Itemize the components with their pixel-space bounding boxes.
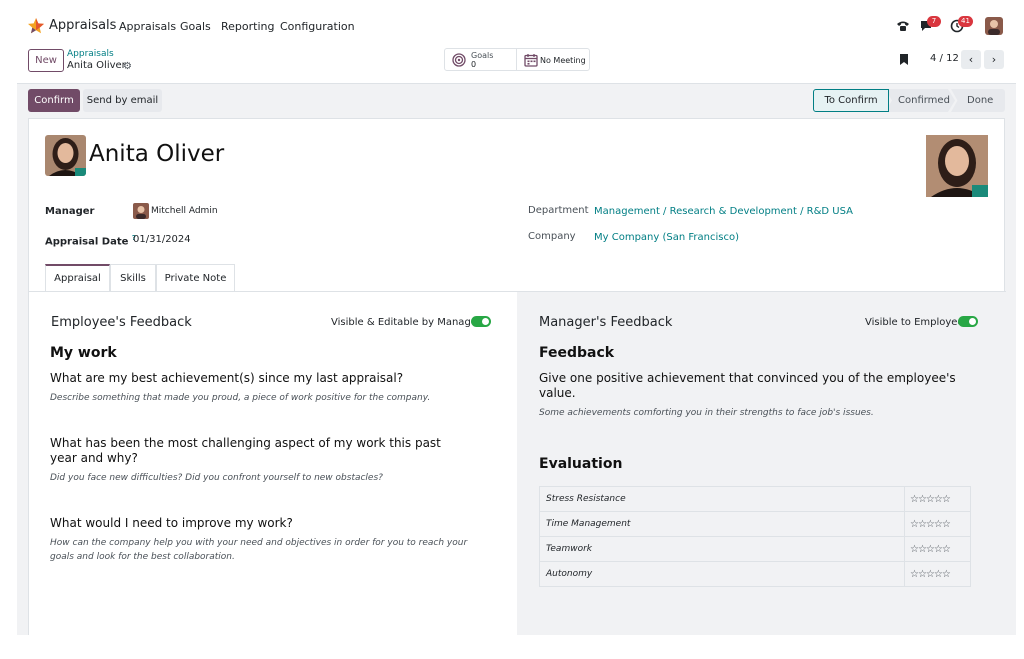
tab-skills[interactable]: Skills [110,264,156,291]
control-panel: New Appraisals Anita Oliver ⚙ Goals 0 No… [17,48,1016,84]
form-sheet: Anita Oliver Manager Mitchell Admin Appr… [28,118,1006,635]
calendar-icon [524,54,538,67]
menu-reporting[interactable]: Reporting [221,20,274,33]
question-1[interactable]: What are my best achievement(s) since my… [50,371,480,386]
goals-count: 0 [471,60,477,69]
menu-goals[interactable]: Goals [180,20,211,33]
top-navbar: Appraisals Appraisals Goals Reporting Co… [17,0,1016,48]
send-by-email-button[interactable]: Send by email [83,89,162,112]
employee-feedback-title: Employee's Feedback [51,315,192,330]
star-rating[interactable]: ☆☆☆☆☆ [904,536,971,562]
meeting-smart-button[interactable]: No Meeting [516,48,590,71]
employee-visibility-label: Visible & Editable by Manager [331,317,482,328]
employee-photo[interactable] [926,135,988,197]
company-link[interactable]: My Company (San Francisco) [594,232,739,243]
star-rating[interactable]: ☆☆☆☆☆ [904,561,971,587]
evaluation-heading: Evaluation [539,456,623,472]
employee-visibility-toggle[interactable] [471,316,491,327]
manager-visibility-label: Visible to Employee [865,317,964,328]
table-row: Time Management ☆☆☆☆☆ [539,511,971,537]
manager-label: Manager [45,206,95,217]
hint-1[interactable]: Describe something that made you proud, … [50,391,480,405]
department-label: Department [528,205,589,216]
new-button[interactable]: New [28,49,64,72]
appraisal-date-label: Appraisal Date ? [45,234,136,248]
manager-avatar [133,203,149,219]
question-2[interactable]: What has been the most challenging aspec… [50,436,470,466]
messages-badge: 7 [927,16,941,27]
goals-smart-button[interactable]: Goals 0 [444,48,517,71]
app-logo-icon[interactable] [27,17,45,35]
target-icon [452,53,466,67]
meeting-label: No Meeting [540,56,586,65]
star-rating[interactable]: ☆☆☆☆☆ [904,486,971,512]
employee-feedback-panel: Employee's Feedback Visible & Editable b… [29,292,517,635]
tab-private-note[interactable]: Private Note [156,264,235,291]
table-row: Autonomy ☆☆☆☆☆ [539,561,971,587]
manager-visibility-toggle[interactable] [958,316,978,327]
question-3[interactable]: What would I need to improve my work? [50,516,480,531]
evaluation-table: Stress Resistance ☆☆☆☆☆ Time Management … [539,486,971,587]
criterion-name: Stress Resistance [539,486,905,512]
app-name[interactable]: Appraisals [49,18,116,33]
app-frame: Appraisals Appraisals Goals Reporting Co… [17,0,1016,635]
appraisal-date-value[interactable]: 01/31/2024 [133,234,191,245]
menu-configuration[interactable]: Configuration [280,20,355,33]
star-rating[interactable]: ☆☆☆☆☆ [904,511,971,537]
goals-label: Goals [471,51,494,60]
criterion-name: Teamwork [539,536,905,562]
status-bar: Confirmed Done To Confirm [813,89,1005,112]
section-heading: My work [50,345,117,361]
manager-question-1[interactable]: Give one positive achievement that convi… [539,371,959,401]
tab-appraisal[interactable]: Appraisal [45,264,110,291]
hint-3[interactable]: How can the company help you with your n… [50,536,470,564]
stage-confirmed[interactable]: Confirmed [885,89,955,112]
bookmark-icon[interactable] [899,53,909,66]
breadcrumb-current: Anita Oliver [67,60,126,71]
manager-value[interactable]: Mitchell Admin [151,206,218,216]
stage-to-confirm[interactable]: To Confirm [813,89,889,112]
pager-next-button[interactable]: › [984,50,1004,69]
employee-avatar [45,135,86,176]
confirm-button[interactable]: Confirm [28,89,80,112]
user-avatar[interactable] [985,17,1003,35]
manager-hint-1[interactable]: Some achievements comforting you in thei… [539,406,969,420]
phone-icon[interactable] [896,19,910,33]
manager-feedback-title: Manager's Feedback [539,315,673,330]
gear-icon[interactable]: ⚙ [123,61,132,72]
pager-prev-button[interactable]: ‹ [961,50,981,69]
table-row: Stress Resistance ☆☆☆☆☆ [539,486,971,512]
criterion-name: Time Management [539,511,905,537]
stage-done[interactable]: Done [951,89,1005,112]
employee-name[interactable]: Anita Oliver [89,141,224,167]
company-label: Company [528,231,576,242]
department-link[interactable]: Management / Research & Development / R&… [594,206,853,217]
manager-feedback-panel: Manager's Feedback Visible to Employee F… [517,292,1006,635]
pager-value[interactable]: 4 / 12 [930,53,959,64]
feedback-heading: Feedback [539,345,615,361]
activities-badge: 41 [958,16,973,27]
breadcrumb-parent[interactable]: Appraisals [67,49,114,59]
criterion-name: Autonomy [539,561,905,587]
hint-2[interactable]: Did you face new difficulties? Did you c… [50,471,480,485]
menu-appraisals[interactable]: Appraisals [119,20,176,33]
table-row: Teamwork ☆☆☆☆☆ [539,536,971,562]
